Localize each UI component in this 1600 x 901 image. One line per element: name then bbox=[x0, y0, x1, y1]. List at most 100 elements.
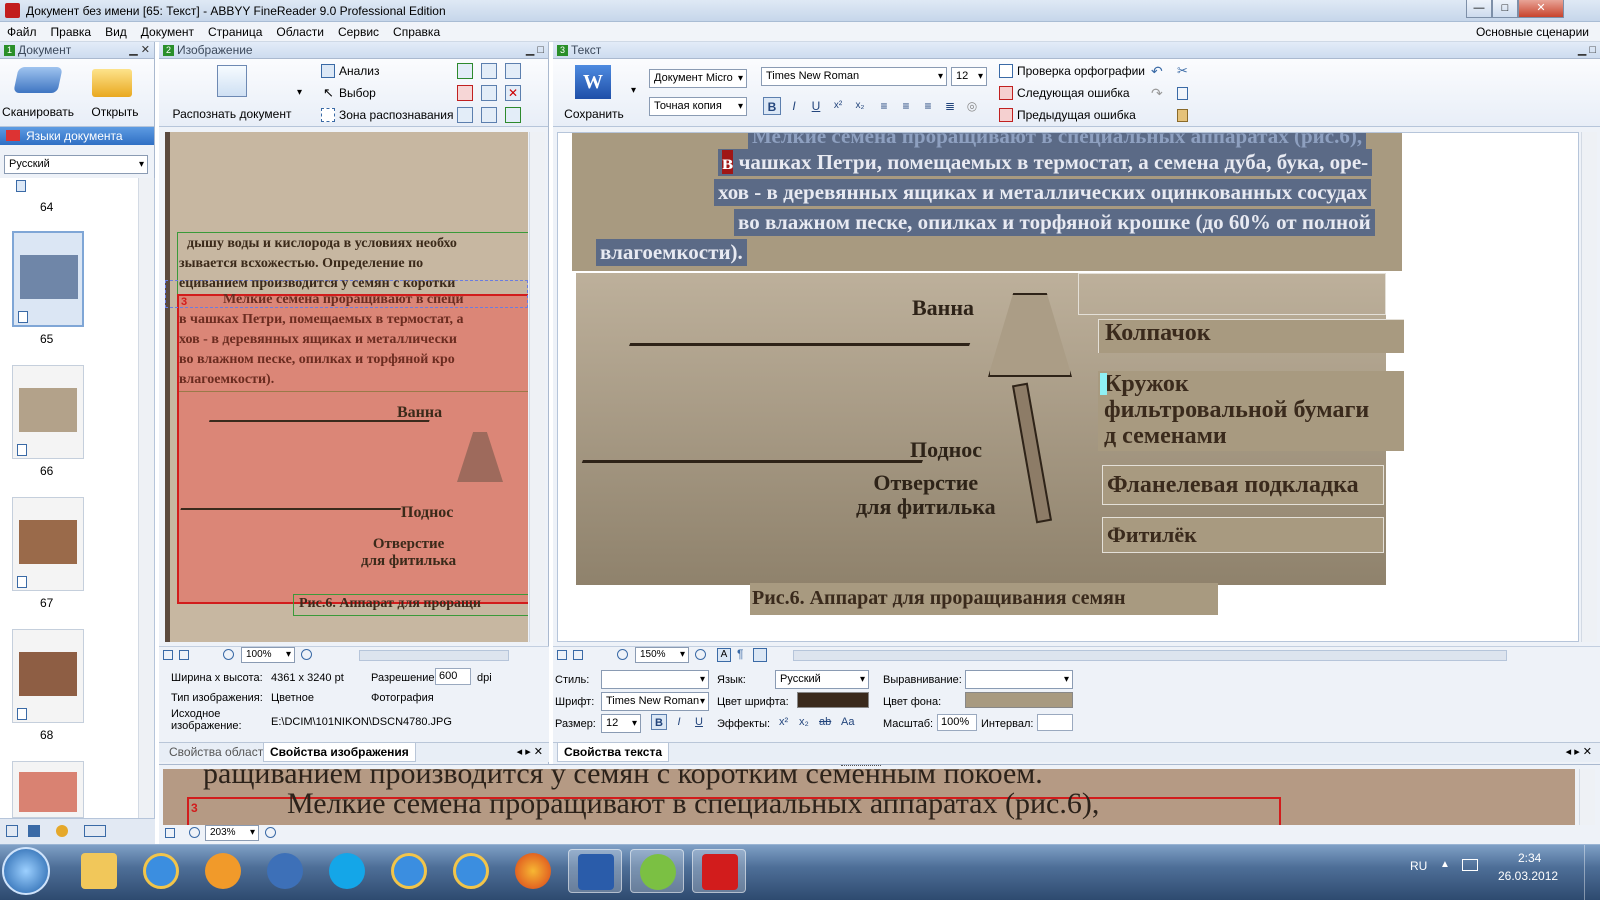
image-scrollbar-vertical[interactable] bbox=[529, 132, 545, 642]
select-button[interactable]: ↖ Выбор bbox=[321, 83, 376, 103]
copy-mode-select[interactable]: Точная копия bbox=[649, 97, 747, 116]
page-thumbnail-66[interactable] bbox=[12, 365, 84, 459]
taskbar-media-player[interactable] bbox=[196, 849, 250, 893]
taskbar-explorer[interactable] bbox=[72, 849, 126, 893]
superscript-button[interactable]: x² bbox=[829, 97, 847, 115]
align-right-icon[interactable]: ≡ bbox=[919, 97, 937, 115]
text-scrollbar-horizontal[interactable] bbox=[793, 650, 1507, 661]
save-icon[interactable] bbox=[28, 825, 40, 837]
dropdown-arrow-icon[interactable]: ▾ bbox=[297, 87, 302, 98]
view-icon[interactable] bbox=[6, 825, 18, 837]
area-split-icon[interactable] bbox=[481, 107, 497, 123]
menu-view[interactable]: Вид bbox=[98, 22, 134, 42]
taskbar-app-10[interactable] bbox=[630, 849, 684, 893]
analyze-button[interactable]: Анализ bbox=[321, 61, 380, 81]
grid-icon[interactable] bbox=[84, 825, 106, 837]
image-scrollbar-horizontal[interactable] bbox=[359, 650, 509, 661]
text-zoom-select[interactable]: 150% bbox=[635, 647, 689, 663]
resolution-field[interactable]: 600 bbox=[435, 668, 471, 685]
align-left-icon[interactable]: ≡ bbox=[875, 97, 893, 115]
prev-error-button[interactable]: Предыдущая ошибка bbox=[999, 105, 1136, 125]
zoom-canvas[interactable]: ращиванием производится у семян с коротк… bbox=[163, 769, 1575, 825]
bold-button[interactable]: B bbox=[651, 714, 667, 730]
zoom-scrollbar[interactable] bbox=[1579, 769, 1595, 825]
bold-button[interactable]: B bbox=[763, 97, 781, 115]
text-scrollbar-vertical[interactable] bbox=[1581, 132, 1597, 642]
paragraph-icon[interactable]: ¶ bbox=[737, 647, 743, 661]
thumbnails-scrollbar[interactable] bbox=[138, 178, 154, 818]
label-kruzhok[interactable]: Кружок фильтровальной бумаги д семенами bbox=[1098, 371, 1404, 451]
zone-button[interactable]: Зона распознавания bbox=[321, 105, 454, 125]
language-select[interactable]: Русский bbox=[775, 670, 869, 689]
fit-page-icon[interactable] bbox=[165, 828, 175, 838]
zoom-out-icon[interactable] bbox=[223, 649, 234, 660]
image-canvas[interactable]: дышу воды и кислорода в условиях необхо … bbox=[165, 132, 528, 642]
language-select[interactable]: Русский bbox=[4, 155, 148, 174]
open-button[interactable]: Открыть bbox=[80, 61, 150, 123]
tab-text-properties[interactable]: Свойства текста bbox=[557, 743, 669, 762]
taskbar-ie[interactable] bbox=[134, 849, 188, 893]
menu-file[interactable]: Файл bbox=[0, 22, 44, 42]
fit-width-icon[interactable] bbox=[179, 650, 189, 660]
tab-area-properties[interactable]: Свойства области bbox=[163, 743, 276, 762]
show-desktop-button[interactable] bbox=[1584, 845, 1598, 901]
figure-caption[interactable]: Рис.6. Аппарат для проращивания семян bbox=[752, 587, 1126, 610]
zoom-in-icon[interactable] bbox=[265, 827, 276, 838]
show-formatting-icon[interactable]: A bbox=[717, 648, 731, 662]
menu-page[interactable]: Страница bbox=[201, 22, 269, 42]
tab-image-properties[interactable]: Свойства изображения bbox=[263, 743, 416, 762]
text-line-4[interactable]: влагоемкости). bbox=[596, 239, 747, 266]
fit-page-icon[interactable] bbox=[557, 650, 567, 660]
tray-language[interactable]: RU bbox=[1410, 859, 1427, 873]
network-icon[interactable] bbox=[1462, 859, 1478, 871]
redo-icon[interactable]: ↷ bbox=[1151, 85, 1163, 102]
fit-width-icon[interactable] bbox=[573, 650, 583, 660]
tray-expand-icon[interactable]: ▲ bbox=[1440, 859, 1450, 870]
italic-button[interactable]: I bbox=[785, 97, 803, 115]
columns-icon[interactable] bbox=[753, 648, 767, 662]
taskbar-ie-3[interactable] bbox=[444, 849, 498, 893]
font-select[interactable]: Times New Roman bbox=[601, 692, 709, 711]
page-thumbnail-68[interactable] bbox=[12, 629, 84, 723]
menu-areas[interactable]: Области bbox=[269, 22, 331, 42]
zoom-in-icon[interactable] bbox=[695, 649, 706, 660]
justify-icon[interactable]: ≣ bbox=[941, 97, 959, 115]
area-delete-icon[interactable]: ✕ bbox=[505, 85, 521, 101]
taskbar-finereader[interactable] bbox=[692, 849, 746, 893]
maximize-button[interactable]: □ bbox=[1492, 0, 1518, 18]
area-active-icon[interactable] bbox=[457, 85, 473, 101]
fit-page-icon[interactable] bbox=[163, 650, 173, 660]
font-select[interactable]: Times New Roman bbox=[761, 67, 947, 86]
pane-close-icon[interactable]: ▁ □ bbox=[526, 42, 544, 58]
minimize-button[interactable]: — bbox=[1466, 0, 1492, 18]
scale-field[interactable]: 100% bbox=[937, 714, 977, 731]
taskbar-app-4[interactable] bbox=[258, 849, 312, 893]
pane-close-icon[interactable]: ▁ □ bbox=[1578, 42, 1596, 58]
underline-button[interactable]: U bbox=[807, 97, 825, 115]
menu-document[interactable]: Документ bbox=[134, 22, 201, 42]
text-area-icon[interactable] bbox=[457, 63, 473, 79]
subscript-button[interactable]: x₂ bbox=[851, 97, 869, 115]
table-area-icon[interactable] bbox=[481, 63, 497, 79]
text-canvas[interactable]: Мелкие семена проращивают в специальных … bbox=[557, 132, 1579, 642]
taskbar-skype[interactable] bbox=[320, 849, 374, 893]
tab-nav-icon[interactable]: ◂ ▸ ✕ bbox=[517, 745, 543, 758]
zoom-out-icon[interactable] bbox=[617, 649, 628, 660]
taskbar-ie-2[interactable] bbox=[382, 849, 436, 893]
scan-button[interactable]: Сканировать bbox=[2, 61, 74, 123]
align-select[interactable] bbox=[965, 670, 1073, 689]
start-button[interactable] bbox=[2, 847, 50, 895]
area-edit-icon[interactable] bbox=[505, 107, 521, 123]
zoom-view-select[interactable]: 203% bbox=[205, 825, 259, 841]
splitter-grip[interactable] bbox=[841, 765, 881, 768]
align-center-icon[interactable]: ≡ bbox=[897, 97, 915, 115]
image-zoom-select[interactable]: 100% bbox=[241, 647, 295, 663]
size-select[interactable]: 12 bbox=[951, 67, 987, 86]
effect-caps-icon[interactable]: Aa bbox=[841, 716, 854, 728]
text-line-3[interactable]: во влажном песке, опилках и торфяной кро… bbox=[734, 209, 1375, 236]
tab-nav-icon[interactable]: ◂ ▸ ✕ bbox=[1566, 745, 1592, 758]
effect-strike-icon[interactable]: ab bbox=[819, 716, 831, 728]
tray-time[interactable]: 2:34 bbox=[1518, 851, 1541, 865]
effect-subscript-icon[interactable]: x₂ bbox=[799, 716, 809, 728]
effect-superscript-icon[interactable]: x² bbox=[779, 716, 788, 728]
